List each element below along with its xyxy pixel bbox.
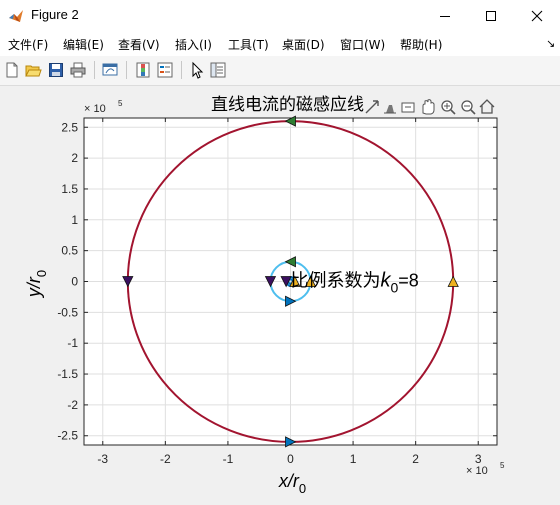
save-icon[interactable] [47,61,65,79]
y-tick-label: 1 [71,213,78,227]
y-tick-label: -2 [67,398,78,412]
y-exponent-label: × 10 [84,103,106,115]
x-tick-label: 2 [412,452,419,466]
y-axis-label-subscript: 0 [34,270,49,277]
new-figure-icon[interactable] [3,61,21,79]
insert-colorbar-icon[interactable] [134,61,152,79]
x-tick-label: 3 [475,452,482,466]
menu-desktop[interactable]: 桌面(D) [282,36,325,53]
pan-icon[interactable] [422,99,435,115]
x-tick-label: 1 [350,452,357,466]
menu-view[interactable]: 查看(V) [118,36,160,53]
menu-insert[interactable]: 插入(I) [175,36,212,53]
y-tick-label: 2.5 [61,120,78,134]
zoom-in-icon[interactable] [441,100,456,115]
x-axis-label-main: x/r [278,471,300,491]
open-file-icon[interactable] [24,61,42,79]
y-tick-label: -1 [67,336,78,350]
zoom-out-icon[interactable] [461,100,476,115]
x-tick-label: -3 [97,452,108,466]
x-tick-label: -1 [223,452,234,466]
toolbar-separator [126,61,127,79]
minimize-button[interactable] [422,0,468,31]
toolbar-separator [94,61,95,79]
y-tick-label: 0.5 [61,244,78,258]
close-icon [531,10,543,21]
menu-file[interactable]: 文件(F) [8,36,48,53]
window-title: Figure 2 [31,7,79,22]
x-exponent-power: 5 [500,461,505,470]
menu-help[interactable]: 帮助(H) [400,36,442,53]
y-tick-label: -2.5 [57,429,78,443]
menu-tools[interactable]: 工具(T) [228,36,269,53]
y-tick-label: 0 [71,275,78,289]
y-tick-label: 2 [71,151,78,165]
x-tick-label: 0 [287,452,294,466]
figure-toolbar [0,56,560,86]
home-icon[interactable] [479,99,495,114]
annotation-k-subscript: 0 [391,280,399,296]
chart-title: 直线电流的磁感应线 [211,95,364,115]
menu-edit[interactable]: 编辑(E) [63,36,104,53]
matlab-logo-icon [9,10,23,22]
close-button[interactable] [514,0,560,31]
y-axis-label: y/r0 [24,270,49,299]
y-axis-label-main: y/r [24,276,44,299]
annotation-text: 比例系数为 [291,271,381,292]
figure-canvas: -3 -2 -1 0 1 2 3 -2.5 -2 -1.5 -1 -0.5 0 0.5 1 1.5 2 2.5 × … [0,86,560,505]
data-tips-icon[interactable] [401,102,415,113]
annotation-value: =8 [398,271,419,291]
maximize-icon [486,10,496,21]
link-plot-icon[interactable] [101,61,119,79]
edit-plot-icon[interactable] [188,61,206,79]
brush-icon[interactable] [384,105,396,114]
minimize-icon [440,15,450,17]
plot-svg: -3 -2 -1 0 1 2 3 -2.5 -2 -1.5 -1 -0.5 0 0.5 1 1.5 2 2.5 × … [24,95,505,496]
menu-window[interactable]: 窗口(W) [340,36,385,53]
y-tick-label: 1.5 [61,182,78,196]
menu-bar: 文件(F) 编辑(E) 查看(V) 插入(I) 工具(T) 桌面(D) 窗口(W… [0,31,560,56]
y-tick-label: -0.5 [57,305,78,319]
print-icon[interactable] [69,61,87,79]
insert-legend-icon[interactable] [156,61,174,79]
x-axis-label: x/r0 [278,471,306,496]
x-axis-label-subscript: 0 [299,481,306,496]
export-icon[interactable] [365,100,379,114]
toolbar-separator [181,61,182,79]
x-exponent-label: × 10 [466,465,488,477]
maximize-button[interactable] [468,0,514,31]
x-tick-label: -2 [160,452,171,466]
title-bar: Figure 2 [0,0,560,31]
menu-overflow-arrow[interactable]: ↘ [546,37,555,50]
property-inspector-icon[interactable] [209,61,227,79]
y-tick-label: -1.5 [57,367,78,381]
y-exponent-power: 5 [118,99,123,108]
